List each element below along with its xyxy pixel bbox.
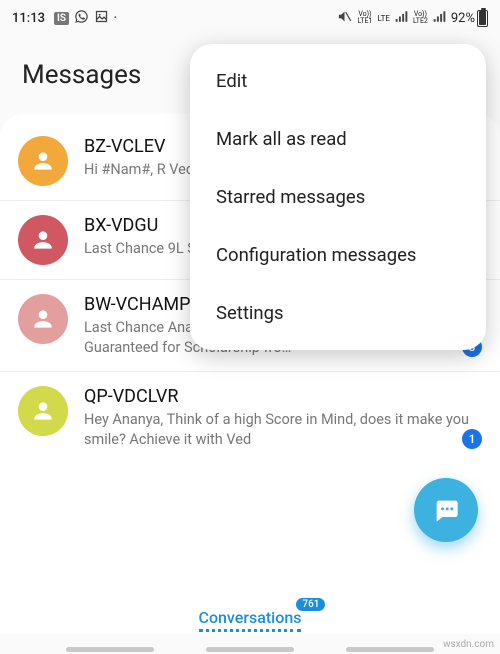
tab-conversations[interactable]: Conversations 761 <box>199 608 302 632</box>
avatar <box>18 386 68 436</box>
battery-percent: 92% <box>451 11 475 26</box>
menu-settings[interactable]: Settings <box>190 284 486 342</box>
signal1-icon <box>395 10 408 27</box>
image-icon <box>94 9 109 28</box>
nav-recents[interactable] <box>66 647 154 652</box>
menu-mark-all-read[interactable]: Mark all as read <box>190 110 486 168</box>
person-icon <box>30 306 56 332</box>
conversation-item[interactable]: QP-VDCLVR Hey Ananya, Think of a high Sc… <box>0 372 500 463</box>
avatar <box>18 136 68 186</box>
nav-home[interactable] <box>206 647 294 652</box>
sim2-lte-icon: Vo))LTE2 <box>413 11 428 25</box>
menu-edit[interactable]: Edit <box>190 52 486 110</box>
battery-indicator: 92% <box>451 10 488 27</box>
sender-name: BW-VCHAMP <box>84 294 191 315</box>
compose-icon <box>432 496 460 524</box>
overflow-menu: Edit Mark all as read Starred messages C… <box>190 44 486 350</box>
signal2-icon <box>433 10 446 27</box>
avatar <box>18 294 68 344</box>
menu-configuration-messages[interactable]: Configuration messages <box>190 226 486 284</box>
sender-name: BZ-VCLEV <box>84 136 165 157</box>
whatsapp-icon <box>74 9 89 28</box>
tab-badge: 761 <box>296 598 325 611</box>
battery-icon <box>477 10 488 27</box>
menu-starred-messages[interactable]: Starred messages <box>190 168 486 226</box>
message-preview: Hey Ananya, Think of a high Score in Min… <box>84 410 482 449</box>
compose-button[interactable] <box>414 478 478 542</box>
person-icon <box>30 148 56 174</box>
nav-back[interactable] <box>346 647 434 652</box>
person-icon <box>30 227 56 253</box>
is-app-icon: IS <box>54 12 69 25</box>
navigation-bar <box>0 647 500 652</box>
status-time: 11:13 <box>12 11 45 26</box>
sim1-lte-icon: Vo))LTE1 <box>357 11 372 25</box>
person-icon <box>30 398 56 424</box>
avatar <box>18 215 68 265</box>
tab-label: Conversations <box>199 608 302 627</box>
more-indicator-icon: • <box>114 14 117 22</box>
sim1-data-icon: LTE <box>377 14 390 23</box>
mute-icon <box>337 9 352 28</box>
status-bar: 11:13 IS • Vo))LTE1 LTE Vo))LTE2 <box>0 0 500 36</box>
watermark: wsxdn.com <box>443 639 494 650</box>
sender-name: QP-VDCLVR <box>84 386 178 407</box>
sender-name: BX-VDGU <box>84 215 158 236</box>
